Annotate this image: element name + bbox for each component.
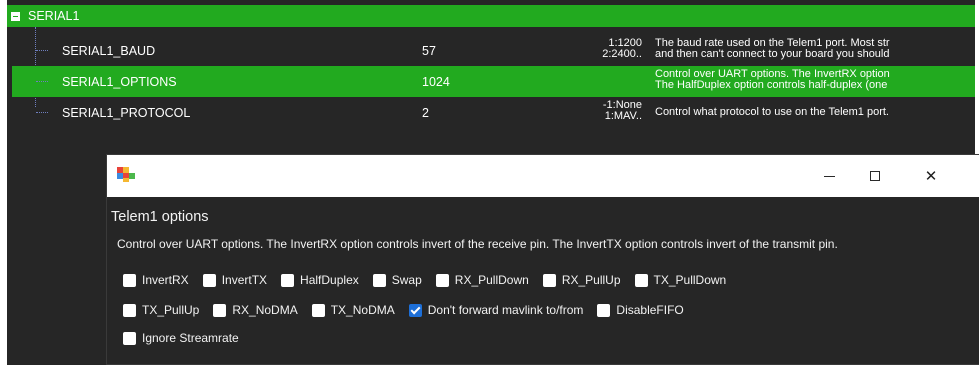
option-invertrx[interactable]: InvertRX bbox=[123, 273, 189, 287]
param-row-serial1-baud[interactable]: SERIAL1_BAUD 57 1:1200 2:2400.. The baud rat… bbox=[12, 35, 975, 66]
param-description-line: The HalfDuplex option controls half-dupl… bbox=[655, 79, 888, 91]
param-name: SERIAL1_PROTOCOL bbox=[62, 106, 191, 120]
tree-connector bbox=[36, 112, 48, 113]
maximize-button[interactable] bbox=[852, 155, 898, 197]
checkbox-rx-pulldown[interactable] bbox=[435, 273, 449, 287]
checkbox-tx-nodma[interactable] bbox=[311, 303, 325, 317]
option-tx-nodma[interactable]: TX_NoDMA bbox=[311, 303, 395, 317]
option-rx-pulldown[interactable]: RX_PullDown bbox=[435, 273, 529, 287]
close-button[interactable]: ✕ bbox=[908, 155, 954, 197]
option-label: RX_NoDMA bbox=[232, 303, 298, 317]
param-options: -1:None 1:MAV.. bbox=[572, 100, 642, 122]
option-don-t-forward-mavlink-to-from[interactable]: Don't forward mavlink to/from bbox=[408, 303, 584, 317]
checkbox-rx-nodma[interactable] bbox=[213, 303, 227, 317]
checkbox-halfduplex[interactable] bbox=[281, 273, 295, 287]
minimize-icon bbox=[823, 175, 835, 177]
option-tx-pullup[interactable]: TX_PullUp bbox=[123, 303, 199, 317]
tree-connector bbox=[36, 50, 48, 51]
option-label: RX_PullDown bbox=[454, 273, 529, 287]
option-label: DisableFIFO bbox=[616, 303, 684, 317]
dialog-titlebar[interactable]: ✕ bbox=[107, 155, 979, 197]
options-row: TX_PullUp RX_NoDMA TX_NoDMA Don't forward m… bbox=[123, 303, 698, 317]
option-label: Swap bbox=[391, 273, 422, 287]
tree-group-serial1[interactable]: SERIAL1 bbox=[7, 5, 975, 27]
option-halfduplex[interactable]: HalfDuplex bbox=[281, 273, 359, 287]
option-tx-pulldown[interactable]: TX_PullDown bbox=[634, 273, 727, 287]
option-label: InvertRX bbox=[142, 273, 189, 287]
option-inverttx[interactable]: InvertTX bbox=[202, 273, 268, 287]
option-disablefifo[interactable]: DisableFIFO bbox=[597, 303, 684, 317]
checkbox-tx-pullup[interactable] bbox=[123, 303, 136, 317]
param-description-line: Control what protocol to use on the Tele… bbox=[655, 107, 889, 118]
option-label: RX_PullUp bbox=[561, 273, 621, 287]
options-row: Ignore Streamrate bbox=[123, 331, 253, 345]
options-row: InvertRX InvertTX HalfDuplex Swap RX_PullDow… bbox=[123, 273, 740, 287]
app-icon bbox=[117, 167, 135, 183]
param-description: Control over UART options. The InvertRX … bbox=[655, 69, 975, 91]
group-label: SERIAL1 bbox=[28, 9, 80, 23]
param-row-serial1-protocol[interactable]: SERIAL1_PROTOCOL 2 -1:None 1:MAV.. Control w… bbox=[12, 97, 975, 128]
param-row-serial1-options[interactable]: SERIAL1_OPTIONS 1024 Control over UART opt… bbox=[12, 66, 975, 97]
option-label: Ignore Streamrate bbox=[142, 331, 239, 345]
param-option-line: 2:2400.. bbox=[602, 48, 642, 60]
option-label: InvertTX bbox=[221, 273, 268, 287]
param-name: SERIAL1_BAUD bbox=[62, 44, 156, 58]
checkbox-inverttx[interactable] bbox=[202, 273, 216, 287]
param-name: SERIAL1_OPTIONS bbox=[62, 75, 177, 89]
checkbox-rx-pullup[interactable] bbox=[542, 273, 556, 287]
option-label: Don't forward mavlink to/from bbox=[427, 303, 584, 317]
option-label: HalfDuplex bbox=[300, 273, 359, 287]
param-value[interactable]: 2 bbox=[422, 106, 429, 120]
maximize-icon bbox=[870, 171, 880, 181]
param-value[interactable]: 1024 bbox=[422, 75, 450, 89]
checkbox-ignore-streamrate[interactable] bbox=[123, 331, 136, 345]
option-rx-nodma[interactable]: RX_NoDMA bbox=[213, 303, 298, 317]
checkbox-don-t-forward-mavlink-to-from[interactable] bbox=[408, 303, 422, 317]
option-ignore-streamrate[interactable]: Ignore Streamrate bbox=[123, 331, 239, 345]
dialog-description: Control over UART options. The InvertRX … bbox=[117, 237, 838, 251]
param-option-line: 1:MAV.. bbox=[604, 110, 642, 122]
checkbox-tx-pulldown[interactable] bbox=[634, 273, 648, 287]
collapse-icon[interactable] bbox=[11, 11, 20, 21]
tree-connector bbox=[36, 81, 48, 82]
option-swap[interactable]: Swap bbox=[372, 273, 422, 287]
option-rx-pullup[interactable]: RX_PullUp bbox=[542, 273, 621, 287]
checkbox-invertrx[interactable] bbox=[123, 273, 136, 287]
checkbox-disablefifo[interactable] bbox=[597, 303, 611, 317]
dialog-title: Telem1 options bbox=[111, 209, 209, 225]
param-description-line: and then can't connect to your board you… bbox=[655, 48, 890, 60]
option-label: TX_PullDown bbox=[653, 273, 727, 287]
param-value[interactable]: 57 bbox=[422, 44, 436, 58]
option-label: TX_NoDMA bbox=[330, 303, 395, 317]
param-description: Control what protocol to use on the Tele… bbox=[655, 107, 975, 118]
option-label: TX_PullUp bbox=[142, 303, 200, 317]
checkbox-swap[interactable] bbox=[372, 273, 386, 287]
options-dialog: ✕ Telem1 options Control over UART optio… bbox=[106, 154, 979, 365]
param-description: The baud rate used on the Telem1 port. M… bbox=[655, 38, 975, 60]
minimize-button[interactable] bbox=[806, 155, 852, 197]
tree-left-border bbox=[0, 0, 7, 365]
close-icon: ✕ bbox=[924, 168, 938, 185]
param-options: 1:1200 2:2400.. bbox=[572, 38, 642, 60]
